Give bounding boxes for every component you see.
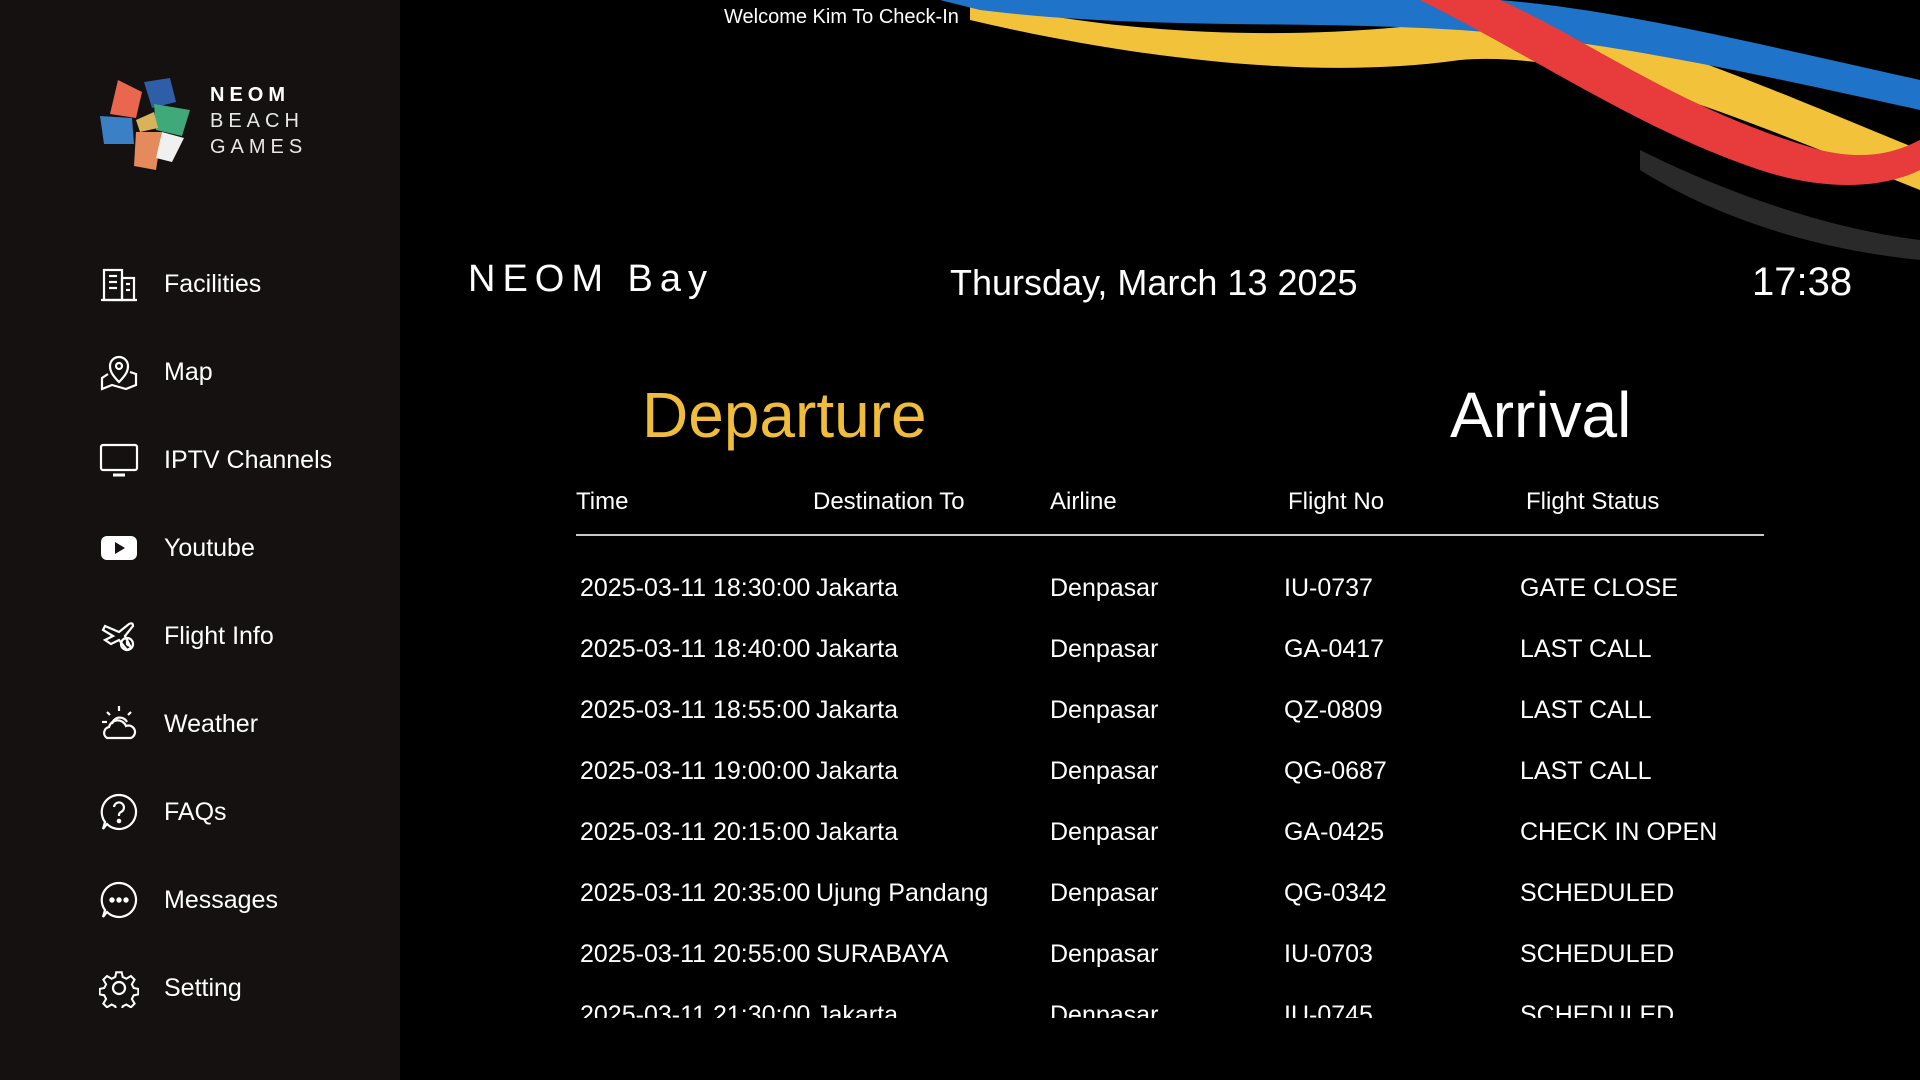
tab-departure[interactable]: Departure (642, 378, 927, 452)
column-header-flight-status: Flight Status (1526, 488, 1660, 515)
flight-number: QG-0687 (1284, 757, 1387, 785)
sidebar-item-label: Youtube (164, 533, 255, 562)
logo-text-beach: BEACH (210, 110, 304, 132)
sidebar-item-faqs[interactable]: FAQs (98, 768, 398, 856)
flight-time: 2025-03-11 20:35:00 (580, 879, 811, 907)
table-row[interactable]: 2025-03-11 20:55:00 SURABAYA Denpasar IU… (576, 926, 1764, 987)
flight-table-header: Time Destination To Airline Flight No Fl… (576, 484, 1764, 536)
column-header-flight-no: Flight No (1288, 488, 1385, 515)
sidebar-item-messages[interactable]: Messages (98, 856, 398, 944)
flight-airline: Denpasar (1050, 635, 1159, 663)
gear-icon (98, 967, 140, 1009)
flight-time: 2025-03-11 19:00:00 (580, 757, 811, 785)
table-row[interactable]: 2025-03-11 21:30:00 Jakarta Denpasar IU-… (576, 987, 1764, 1018)
flight-number: QG-0342 (1284, 879, 1387, 907)
weather-icon (98, 703, 140, 745)
logo-text-neom: NEOM (210, 84, 290, 106)
youtube-icon (98, 527, 140, 569)
flight-status: GATE CLOSE (1520, 574, 1678, 602)
flight-time: 2025-03-11 21:30:00 (580, 1001, 811, 1018)
table-row[interactable]: 2025-03-11 18:40:00 Jakarta Denpasar GA-… (576, 621, 1764, 682)
column-header-time: Time (576, 488, 629, 515)
flight-destination: Jakarta (816, 757, 898, 785)
flight-time: 2025-03-11 18:40:00 (580, 635, 811, 663)
flight-status: SCHEDULED (1520, 1001, 1675, 1018)
flight-number: QZ-0809 (1284, 696, 1383, 724)
sidebar-item-facilities[interactable]: Facilities (98, 240, 398, 328)
sidebar-item-label: Weather (164, 709, 259, 738)
sidebar-item-map[interactable]: Map (98, 328, 398, 416)
flight-status: CHECK IN OPEN (1520, 818, 1718, 846)
flight-destination: Jakarta (816, 818, 898, 846)
flight-airline: Denpasar (1050, 696, 1159, 724)
flight-number: IU-0737 (1284, 574, 1373, 602)
flight-airline: Denpasar (1050, 1001, 1159, 1018)
flight-status: LAST CALL (1520, 696, 1652, 724)
tab-arrival[interactable]: Arrival (1450, 378, 1631, 452)
current-time: 17:38 (1752, 260, 1853, 304)
flight-destination: Jakarta (816, 696, 898, 724)
flight-airline: Denpasar (1050, 757, 1159, 785)
flight-status: SCHEDULED (1520, 940, 1675, 968)
flight-time: 2025-03-11 18:55:00 (580, 696, 811, 724)
flight-airline: Denpasar (1050, 574, 1159, 602)
sidebar-item-label: Messages (164, 885, 278, 914)
map-pin-icon (98, 351, 140, 393)
logo-text-games: GAMES (210, 136, 308, 158)
flight-number: GA-0425 (1284, 818, 1385, 846)
flight-status: LAST CALL (1520, 757, 1652, 785)
flight-airline: Denpasar (1050, 940, 1159, 968)
flight-time: 2025-03-11 20:55:00 (580, 940, 811, 968)
table-row[interactable]: 2025-03-11 19:00:00 Jakarta Denpasar QG-… (576, 743, 1764, 804)
welcome-message: Welcome Kim To Check-In (724, 6, 959, 28)
sidebar-item-iptv-channels[interactable]: IPTV Channels (98, 416, 398, 504)
flight-status: SCHEDULED (1520, 879, 1675, 907)
sidebar-item-flight-info[interactable]: Flight Info (98, 592, 398, 680)
sidebar-item-setting[interactable]: Setting (98, 944, 398, 1032)
question-icon (98, 791, 140, 833)
column-header-destination: Destination To (813, 488, 965, 515)
flight-table-body: 2025-03-11 18:30:00 Jakarta Denpasar IU-… (576, 560, 1764, 1018)
neom-beach-games-logo: NEOM BEACH GAMES (96, 74, 336, 174)
flight-time: 2025-03-11 20:15:00 (580, 818, 811, 846)
decorative-ribbons (940, 0, 1920, 260)
sidebar-item-label: IPTV Channels (164, 445, 333, 474)
sidebar: NEOM BEACH GAMES Facilities Map IPTV Cha… (0, 0, 400, 1080)
sidebar-item-label: Map (164, 357, 213, 386)
flight-number: GA-0417 (1284, 635, 1385, 663)
flight-destination: Jakarta (816, 574, 898, 602)
table-row[interactable]: 2025-03-11 18:30:00 Jakarta Denpasar IU-… (576, 560, 1764, 621)
sidebar-item-weather[interactable]: Weather (98, 680, 398, 768)
sidebar-item-youtube[interactable]: Youtube (98, 504, 398, 592)
building-icon (98, 263, 140, 305)
current-date: Thursday, March 13 2025 (950, 262, 1358, 303)
sidebar-item-label: Flight Info (164, 621, 274, 650)
sidebar-item-label: Facilities (164, 269, 262, 298)
table-row[interactable]: 2025-03-11 18:55:00 Jakarta Denpasar QZ-… (576, 682, 1764, 743)
tv-icon (98, 439, 140, 481)
chat-icon (98, 879, 140, 921)
logo-mark-icon (100, 78, 190, 170)
location-title: NEOM Bay (468, 258, 715, 300)
flight-airline: Denpasar (1050, 818, 1159, 846)
flight-number: IU-0703 (1284, 940, 1373, 968)
column-header-airline: Airline (1050, 488, 1117, 515)
flight-destination: Ujung Pandang (816, 879, 989, 907)
flight-destination: Jakarta (816, 635, 898, 663)
flight-destination: SURABAYA (816, 940, 949, 968)
flight-destination: Jakarta (816, 1001, 898, 1018)
sidebar-item-label: FAQs (164, 797, 227, 826)
flight-status: LAST CALL (1520, 635, 1652, 663)
flight-airline: Denpasar (1050, 879, 1159, 907)
flight-icon (98, 615, 140, 657)
sidebar-item-label: Setting (164, 973, 242, 1002)
flight-number: IU-0745 (1284, 1001, 1373, 1018)
flight-time: 2025-03-11 18:30:00 (580, 574, 811, 602)
table-row[interactable]: 2025-03-11 20:35:00 Ujung Pandang Denpas… (576, 865, 1764, 926)
table-row[interactable]: 2025-03-11 20:15:00 Jakarta Denpasar GA-… (576, 804, 1764, 865)
sidebar-nav: Facilities Map IPTV Channels Youtube Fli… (98, 240, 398, 1032)
